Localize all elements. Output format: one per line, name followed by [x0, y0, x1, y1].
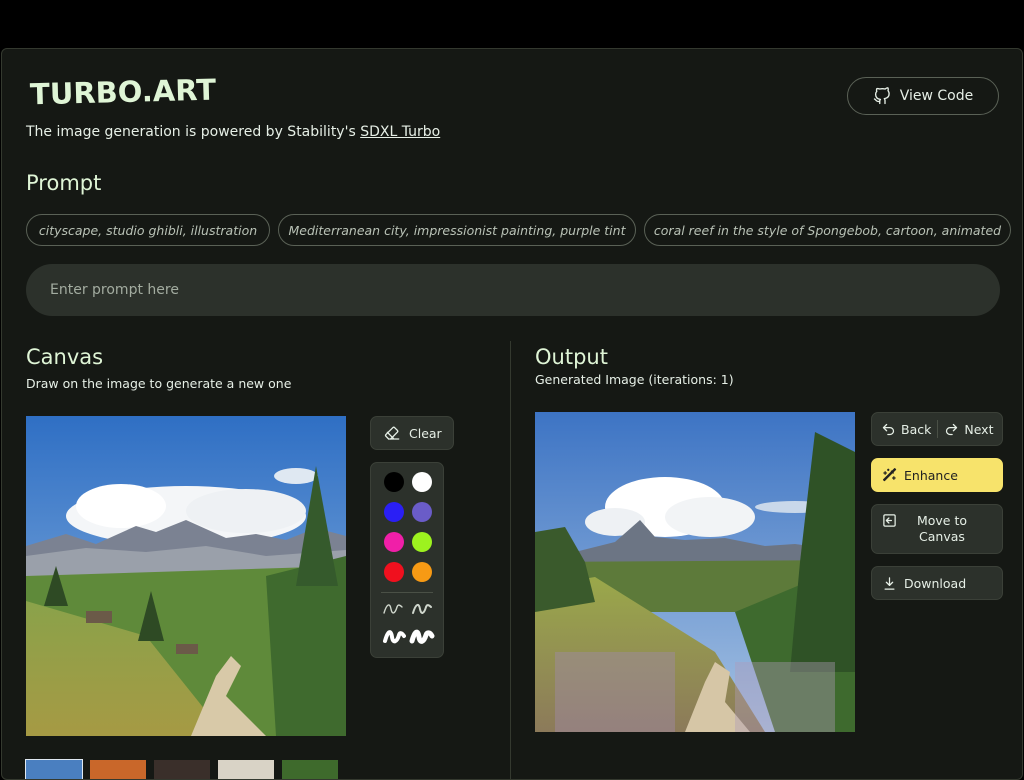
enhance-button[interactable]: Enhance [871, 458, 1003, 492]
history-thumbnail[interactable] [282, 760, 338, 779]
output-image [535, 412, 855, 732]
thin-brush-icon[interactable] [411, 601, 433, 621]
prompt-input[interactable] [26, 264, 1000, 316]
canvas-subtitle: Draw on the image to generate a new one [26, 376, 292, 391]
nav-separator [937, 420, 939, 438]
enhance-label: Enhance [904, 467, 958, 483]
download-label: Download [904, 575, 967, 591]
output-subtitle: Generated Image (iterations: 1) [535, 372, 734, 387]
history-thumbnail[interactable] [154, 760, 210, 779]
thick-brush-icon[interactable] [409, 627, 435, 651]
move-to-canvas-button[interactable]: Move to Canvas [871, 504, 1003, 554]
download-icon [882, 576, 897, 591]
eraser-icon [384, 425, 400, 441]
redo-icon [944, 422, 959, 437]
move-to-canvas-icon [882, 513, 897, 528]
color-swatch[interactable] [384, 502, 404, 522]
magic-wand-icon [882, 467, 897, 483]
suggestion-chip[interactable]: coral reef in the style of Spongebob, ca… [644, 214, 1011, 246]
logo: TURBO.ART [29, 72, 217, 112]
back-button[interactable]: Back [881, 422, 931, 437]
color-palette [370, 462, 444, 658]
clear-button[interactable]: Clear [370, 416, 454, 450]
thin-brush-icon[interactable] [382, 601, 404, 621]
canvas-title: Canvas [26, 345, 104, 369]
color-swatch[interactable] [412, 502, 432, 522]
github-icon [873, 87, 891, 105]
palette-divider [381, 592, 433, 593]
prompt-title: Prompt [26, 171, 102, 195]
color-swatch[interactable] [384, 472, 404, 492]
history-thumbnail[interactable] [218, 760, 274, 779]
sdxl-turbo-link[interactable]: SDXL Turbo [360, 124, 440, 140]
suggestion-chip[interactable]: Mediterranean city, impressionist painti… [278, 214, 636, 246]
back-label: Back [901, 421, 932, 437]
next-label: Next [964, 421, 994, 437]
next-button[interactable]: Next [944, 422, 993, 437]
history-thumbnail[interactable] [90, 760, 146, 779]
output-title: Output [535, 345, 608, 369]
color-swatch[interactable] [412, 562, 432, 582]
tagline: The image generation is powered by Stabi… [26, 124, 440, 140]
suggestion-chip[interactable]: cityscape, studio ghibli, illustration [26, 214, 270, 246]
color-swatch[interactable] [412, 472, 432, 492]
move-to-canvas-label: Move to Canvas [916, 513, 968, 544]
view-code-label: View Code [899, 88, 974, 104]
color-swatch[interactable] [384, 562, 404, 582]
download-button[interactable]: Download [871, 566, 1003, 600]
clear-label: Clear [409, 425, 442, 441]
history-nav: Back Next [871, 412, 1003, 446]
color-swatch[interactable] [412, 532, 432, 552]
tagline-text: The image generation is powered by Stabi… [26, 124, 361, 140]
section-divider [510, 341, 511, 779]
view-code-button[interactable]: View Code [847, 77, 999, 115]
undo-icon [881, 422, 896, 437]
app-window: TURBO.ART The image generation is powere… [1, 48, 1023, 780]
history-thumbnail[interactable] [25, 759, 83, 779]
thick-brush-icon[interactable] [382, 627, 406, 651]
color-swatch[interactable] [384, 532, 404, 552]
drawing-canvas[interactable] [26, 416, 346, 736]
